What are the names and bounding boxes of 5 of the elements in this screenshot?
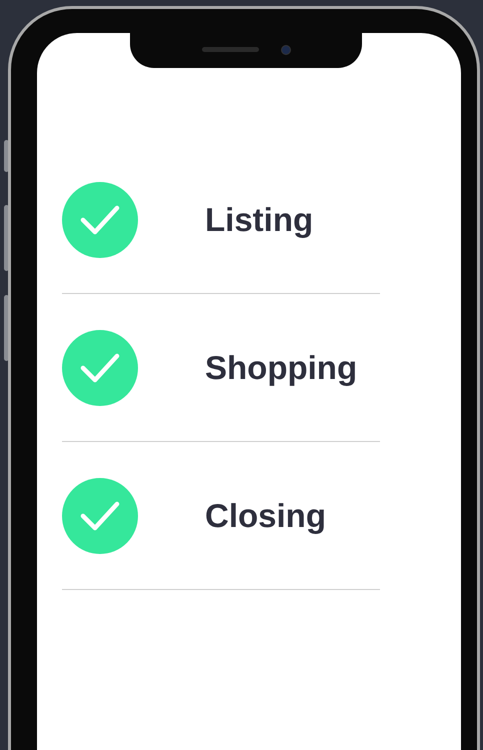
step-label: Closing bbox=[205, 496, 326, 536]
step-label: Listing bbox=[205, 200, 314, 240]
camera-lens bbox=[280, 44, 290, 54]
speaker-grille bbox=[202, 47, 258, 52]
step-label: Shopping bbox=[205, 348, 358, 388]
